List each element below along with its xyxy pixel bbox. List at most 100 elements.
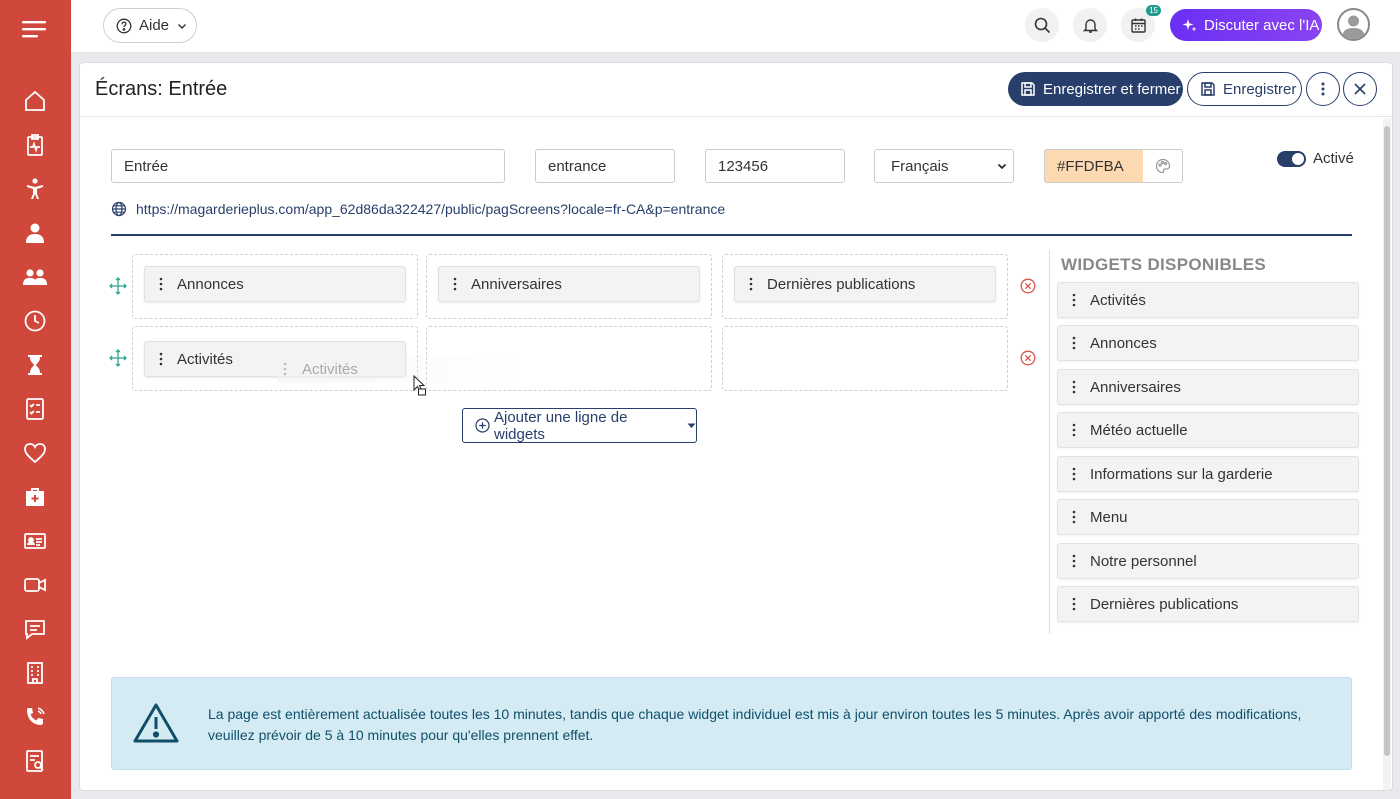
- vertical-dots-icon: [1321, 81, 1325, 97]
- person-icon[interactable]: [22, 220, 48, 246]
- save-icon: [1200, 81, 1216, 97]
- available-widget-label: Météo actuelle: [1090, 421, 1188, 439]
- help-icon: [116, 18, 132, 34]
- video-icon[interactable]: [22, 572, 48, 598]
- available-widget[interactable]: Météo actuelle: [1057, 412, 1359, 448]
- group-icon[interactable]: [22, 264, 48, 290]
- available-widget-label: Menu: [1090, 508, 1128, 526]
- sidebar: [0, 0, 71, 799]
- placed-widget[interactable]: Anniversaires: [438, 266, 700, 302]
- color-input[interactable]: #FFDFBA: [1044, 149, 1144, 183]
- widget-label: Dernières publications: [767, 275, 916, 293]
- building-icon[interactable]: [22, 660, 48, 686]
- grip-dots-icon: [278, 362, 292, 376]
- widget-slot[interactable]: Dernières publications: [722, 254, 1008, 319]
- warning-triangle-icon: [132, 702, 180, 744]
- phone-icon[interactable]: [22, 704, 48, 730]
- clipboard-pulse-icon[interactable]: [22, 132, 48, 158]
- close-button[interactable]: [1343, 72, 1377, 106]
- available-widget[interactable]: Informations sur la garderie: [1057, 456, 1359, 492]
- refresh-info-alert: La page est entièrement actualisée toute…: [111, 677, 1352, 770]
- chevron-down-icon: [177, 21, 187, 31]
- move-arrows-icon: [109, 277, 127, 295]
- screen-slug-input[interactable]: entrance: [535, 149, 675, 183]
- color-picker-button[interactable]: [1143, 149, 1183, 183]
- ai-chat-button[interactable]: Discuter avec l'IA: [1170, 9, 1322, 41]
- widget-label: Annonces: [177, 275, 244, 293]
- grip-dots-icon: [1058, 336, 1090, 350]
- help-dropdown[interactable]: Aide: [103, 8, 197, 43]
- screen-code-input[interactable]: 123456: [705, 149, 845, 183]
- public-url-link[interactable]: https://magarderieplus.com/app_62d86da32…: [136, 201, 725, 217]
- ai-chat-label: Discuter avec l'IA: [1204, 16, 1320, 34]
- bell-icon: [1082, 17, 1099, 34]
- save-icon: [1020, 81, 1036, 97]
- available-widget-label: Informations sur la garderie: [1090, 465, 1273, 483]
- placed-widget[interactable]: Annonces: [144, 266, 406, 302]
- available-widget[interactable]: Annonces: [1057, 325, 1359, 361]
- available-widget[interactable]: Dernières publications: [1057, 586, 1359, 622]
- placed-widget[interactable]: Dernières publications: [734, 266, 996, 302]
- circle-x-icon: [1020, 350, 1036, 366]
- home-icon[interactable]: [22, 88, 48, 114]
- widget-label: Anniversaires: [471, 275, 562, 293]
- available-widget[interactable]: Menu: [1057, 499, 1359, 535]
- hourglass-icon[interactable]: [22, 352, 48, 378]
- available-widget[interactable]: Notre personnel: [1057, 543, 1359, 579]
- refresh-info-text: La page est entièrement actualisée toute…: [208, 706, 1302, 743]
- calendar-badge: 15: [1146, 5, 1161, 16]
- row-drag-handle[interactable]: [109, 349, 127, 367]
- available-widget-label: Anniversaires: [1090, 378, 1181, 396]
- widgets-column-divider: [1049, 250, 1050, 634]
- grip-dots-icon: [1058, 423, 1090, 437]
- grip-dots-icon: [145, 352, 177, 366]
- circle-x-icon: [1020, 278, 1036, 294]
- available-widget[interactable]: Activités: [1057, 282, 1359, 318]
- active-toggle[interactable]: [1277, 151, 1306, 167]
- available-widget-label: Annonces: [1090, 334, 1157, 352]
- chevron-down-icon: [997, 161, 1007, 171]
- calendar-button[interactable]: 15: [1121, 5, 1161, 42]
- screen-name-input[interactable]: Entrée: [111, 149, 505, 183]
- top-bar: Aide 15 Discuter avec l'IA: [71, 0, 1400, 53]
- available-widget[interactable]: Anniversaires: [1057, 369, 1359, 405]
- add-widget-row-button[interactable]: Ajouter une ligne de widgets: [462, 408, 697, 443]
- notifications-button[interactable]: [1073, 8, 1107, 42]
- move-arrows-icon: [109, 349, 127, 367]
- avatar[interactable]: [1337, 8, 1370, 41]
- row-drag-handle[interactable]: [109, 277, 127, 295]
- clock-icon[interactable]: [22, 308, 48, 334]
- save-button[interactable]: Enregistrer: [1187, 72, 1302, 106]
- search-button[interactable]: [1025, 8, 1059, 42]
- palette-icon: [1155, 158, 1171, 174]
- widget-label: Activités: [177, 350, 233, 368]
- remove-row-button[interactable]: [1020, 278, 1036, 294]
- vertical-scrollbar[interactable]: [1383, 118, 1391, 790]
- report-icon[interactable]: [22, 748, 48, 774]
- chat-icon[interactable]: [22, 616, 48, 642]
- hamburger-menu-icon[interactable]: [22, 16, 48, 42]
- grip-dots-icon: [1058, 467, 1090, 481]
- save-and-close-label: Enregistrer et fermer: [1043, 80, 1181, 98]
- first-aid-icon[interactable]: [22, 484, 48, 510]
- more-options-button[interactable]: [1306, 72, 1340, 106]
- available-widget-label: Activités: [1090, 291, 1146, 309]
- save-label: Enregistrer: [1223, 80, 1297, 98]
- child-icon[interactable]: [22, 176, 48, 202]
- grip-dots-icon: [1058, 293, 1090, 307]
- editor-panel: Écrans: Entrée Enregistrer et fermer Enr…: [79, 62, 1393, 791]
- available-widgets-title: WIDGETS DISPONIBLES: [1061, 255, 1266, 274]
- widget-slot-empty[interactable]: [722, 326, 1008, 391]
- widget-slot[interactable]: Annonces: [132, 254, 418, 319]
- available-widget-label: Notre personnel: [1090, 552, 1197, 570]
- checklist-icon[interactable]: [22, 396, 48, 422]
- save-and-close-button[interactable]: Enregistrer et fermer: [1008, 72, 1183, 106]
- language-select[interactable]: Français: [874, 149, 1014, 183]
- id-card-icon[interactable]: [22, 528, 48, 554]
- widget-slot[interactable]: Anniversaires: [426, 254, 712, 319]
- grip-dots-icon: [735, 277, 767, 291]
- remove-row-button[interactable]: [1020, 350, 1036, 366]
- panel-header: Écrans: Entrée Enregistrer et fermer Enr…: [80, 63, 1392, 117]
- add-widget-row-label: Ajouter une ligne de widgets: [494, 408, 628, 443]
- heart-icon[interactable]: [22, 440, 48, 466]
